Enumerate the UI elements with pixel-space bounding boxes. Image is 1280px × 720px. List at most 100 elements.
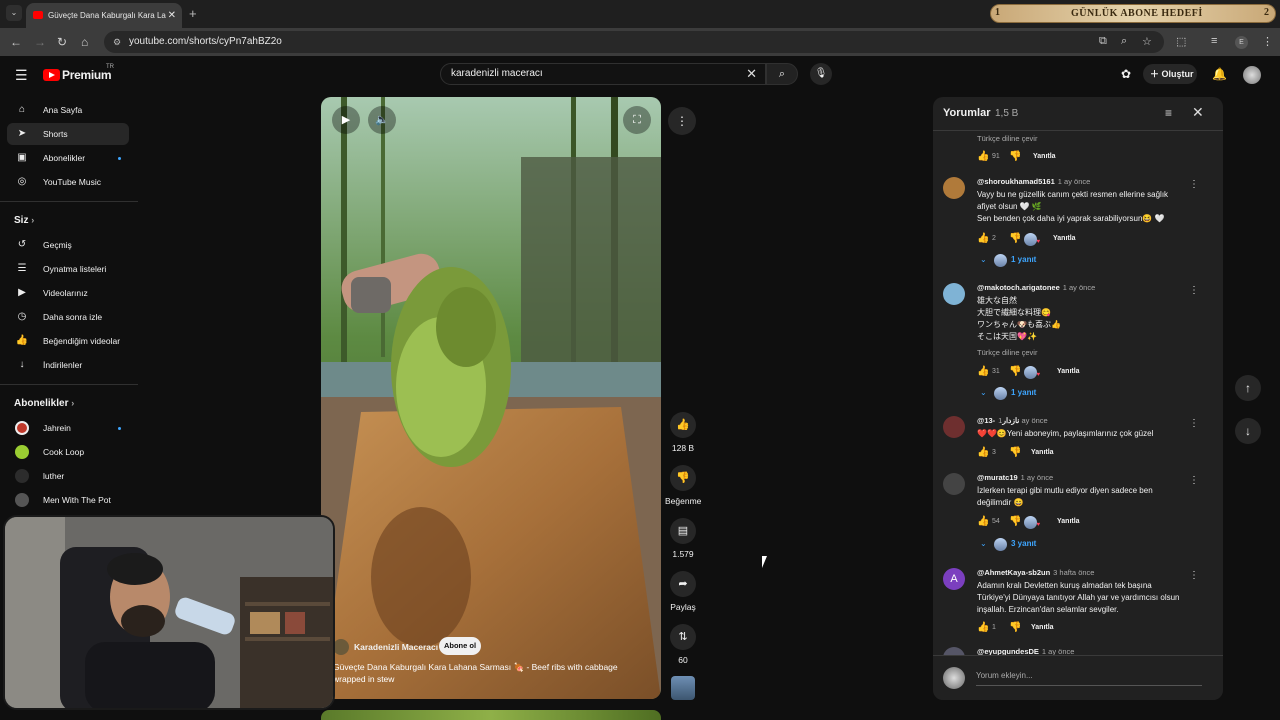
more-vertical-icon[interactable]: ⋮ — [1189, 570, 1199, 581]
next-short-button[interactable]: ↓ — [1235, 418, 1261, 444]
bookmark-star-icon[interactable]: ☆ — [1142, 35, 1152, 48]
commenter-avatar[interactable] — [943, 177, 965, 199]
sidebar-channel-item[interactable]: Jahrein — [7, 417, 129, 439]
search-input[interactable]: karadenizli maceracı ✕ — [440, 63, 766, 85]
more-vertical-icon[interactable]: ⋮ — [1189, 418, 1199, 429]
url-field[interactable]: ⚙ youtube.com/shorts/cyPn7ahBZ2o — [104, 31, 1164, 53]
sidebar-subscriptions-heading[interactable]: Abonelikler › — [14, 398, 74, 409]
sidebar-item-playlists[interactable]: ☰ Oynatma listeleri — [7, 258, 129, 280]
tab-search-button[interactable]: ⌄ — [6, 5, 22, 21]
sidebar-item-home[interactable]: ⌂ Ana Sayfa — [7, 99, 129, 121]
close-icon[interactable]: ✕ — [1192, 104, 1204, 121]
more-vertical-icon[interactable]: ⋮ — [1189, 475, 1199, 486]
sidebar-item-subscriptions[interactable]: ▣ Abonelikler — [7, 147, 129, 169]
short-title[interactable]: Güveçte Dana Kaburgalı Kara Lahana Sarma… — [333, 661, 633, 685]
sort-icon[interactable]: ≡ — [1165, 106, 1172, 120]
commenter-avatar[interactable] — [943, 416, 965, 438]
thumbs-up-icon[interactable]: 👍 — [977, 150, 989, 164]
reply-button[interactable]: Yanıtla — [1031, 446, 1054, 460]
media-controls-icon[interactable]: ≡ — [1211, 35, 1217, 47]
comment-username[interactable]: @makotoch.arigatonee — [977, 283, 1060, 292]
sidebar-item-history[interactable]: ↺ Geçmiş — [7, 234, 129, 256]
back-icon[interactable]: ← — [10, 35, 22, 49]
channel-name[interactable]: Karadenizli Maceracı — [354, 638, 438, 656]
sidebar-channel-item[interactable]: Cook Loop — [7, 441, 129, 463]
comment-username[interactable]: @AhmetKaya-sb2un — [977, 568, 1050, 577]
sidebar-you-heading[interactable]: Siz › — [14, 215, 34, 226]
comment-username[interactable]: @shoroukhamad5161 — [977, 177, 1055, 186]
reply-button[interactable]: Yanıtla — [1053, 232, 1076, 246]
remix-icon[interactable]: ⇅ — [670, 624, 696, 650]
remix-action[interactable]: ⇅ 60 — [665, 624, 701, 665]
share-action[interactable]: ➦ Paylaş — [665, 571, 701, 612]
dislike-action[interactable]: 👎 Beğenme — [665, 465, 701, 506]
profile-avatar[interactable]: E — [1235, 36, 1248, 49]
thumbs-down-icon[interactable]: 👎 — [670, 465, 696, 491]
share-icon[interactable]: ➦ — [670, 571, 696, 597]
install-app-icon[interactable]: ⧉ — [1099, 35, 1107, 48]
reply-button[interactable]: Yanıtla — [1057, 365, 1080, 379]
reply-button[interactable]: Yanıtla — [1057, 515, 1080, 529]
commenter-avatar[interactable] — [943, 283, 965, 305]
clear-search-icon[interactable]: ✕ — [746, 64, 757, 84]
like-action[interactable]: 👍 128 B — [665, 412, 701, 453]
commenter-avatar[interactable] — [943, 473, 965, 495]
add-comment-input[interactable]: Yorum ekleyin... — [976, 666, 1202, 686]
mute-button[interactable]: 🔈 — [368, 106, 396, 134]
translate-link[interactable]: Türkçe diline çevir — [977, 134, 1037, 143]
thumbs-up-icon[interactable]: 👍 — [977, 232, 989, 246]
thumbs-down-icon[interactable]: 👎 — [1009, 232, 1021, 246]
comment-icon[interactable]: ▤ — [670, 518, 696, 544]
forward-icon[interactable]: → — [34, 35, 46, 49]
browser-menu-icon[interactable]: ⋮ — [1262, 35, 1273, 48]
thumbs-down-icon[interactable]: 👎 — [1009, 365, 1021, 379]
reload-icon[interactable]: ↻ — [57, 35, 67, 49]
zoom-icon[interactable]: ⌕ — [1121, 35, 1127, 48]
home-icon[interactable]: ⌂ — [81, 35, 88, 49]
account-avatar[interactable] — [1243, 66, 1261, 84]
extensions-icon[interactable]: ⬚ — [1176, 35, 1186, 48]
sidebar-item-downloads[interactable]: ↓ İndirilenler — [7, 354, 129, 376]
reply-button[interactable]: Yanıtla — [1033, 150, 1056, 164]
thumbs-down-icon[interactable]: 👎 — [1009, 446, 1021, 460]
reply-button[interactable]: Yanıtla — [1031, 621, 1054, 635]
notifications-bell-icon[interactable]: 🔔 — [1212, 67, 1227, 81]
sidebar-item-youtube-music[interactable]: ◎ YouTube Music — [7, 171, 129, 193]
shorts-video-player[interactable]: ▶ 🔈 ⛶ — [321, 97, 661, 699]
sidebar-item-watch-later[interactable]: ◷ Daha sonra izle — [7, 306, 129, 328]
hamburger-menu-icon[interactable]: ☰ — [15, 67, 28, 84]
subscribe-button[interactable]: Abone ol — [439, 637, 481, 655]
comments-action[interactable]: ▤ 1.579 — [665, 518, 701, 559]
short-more-options-button[interactable]: ⋮ — [668, 107, 696, 135]
thumbs-up-icon[interactable]: 👍 — [977, 446, 989, 460]
thumbs-up-icon[interactable]: 👍 — [670, 412, 696, 438]
sidebar-channel-item[interactable]: luther — [7, 465, 129, 487]
tab-close-icon[interactable]: ✕ — [168, 3, 176, 28]
thumbs-up-icon[interactable]: 👍 — [977, 515, 989, 529]
voice-search-button[interactable]: 🎙 — [810, 63, 832, 85]
sidebar-item-your-videos[interactable]: ▶ Videolarınız — [7, 282, 129, 304]
translate-link[interactable]: Türkçe diline çevir — [977, 348, 1037, 357]
thumbs-up-icon[interactable]: 👍 — [977, 365, 989, 379]
channel-avatar[interactable] — [333, 639, 349, 655]
create-button[interactable]: ＋ Oluştur — [1143, 64, 1197, 84]
commenter-avatar[interactable]: A — [943, 568, 965, 590]
browser-tab[interactable]: Güveçte Dana Kaburgalı Kara La ✕ — [26, 3, 182, 28]
site-info-icon[interactable]: ⚙ — [113, 31, 121, 53]
more-vertical-icon[interactable]: ⋮ — [1189, 179, 1199, 190]
thumbs-down-icon[interactable]: 👎 — [1009, 621, 1021, 635]
comment-username[interactable]: @muratc19 — [977, 473, 1018, 482]
search-button[interactable]: ⌕ — [766, 63, 798, 85]
sidebar-item-shorts[interactable]: ➤ Shorts — [7, 123, 129, 145]
previous-short-button[interactable]: ↑ — [1235, 375, 1261, 401]
fullscreen-button[interactable]: ⛶ — [623, 106, 651, 134]
more-vertical-icon[interactable]: ⋮ — [1189, 285, 1199, 296]
thumbs-down-icon[interactable]: 👎 — [1009, 150, 1021, 164]
premium-settings-icon[interactable]: ✿ — [1121, 67, 1131, 81]
play-button[interactable]: ▶ — [332, 106, 360, 134]
next-short-preview[interactable] — [321, 710, 661, 720]
sound-thumbnail[interactable] — [671, 676, 695, 700]
thumbs-up-icon[interactable]: 👍 — [977, 621, 989, 635]
sidebar-item-liked-videos[interactable]: 👍 Beğendiğim videolar — [7, 330, 129, 352]
new-tab-button[interactable]: + — [189, 6, 197, 21]
